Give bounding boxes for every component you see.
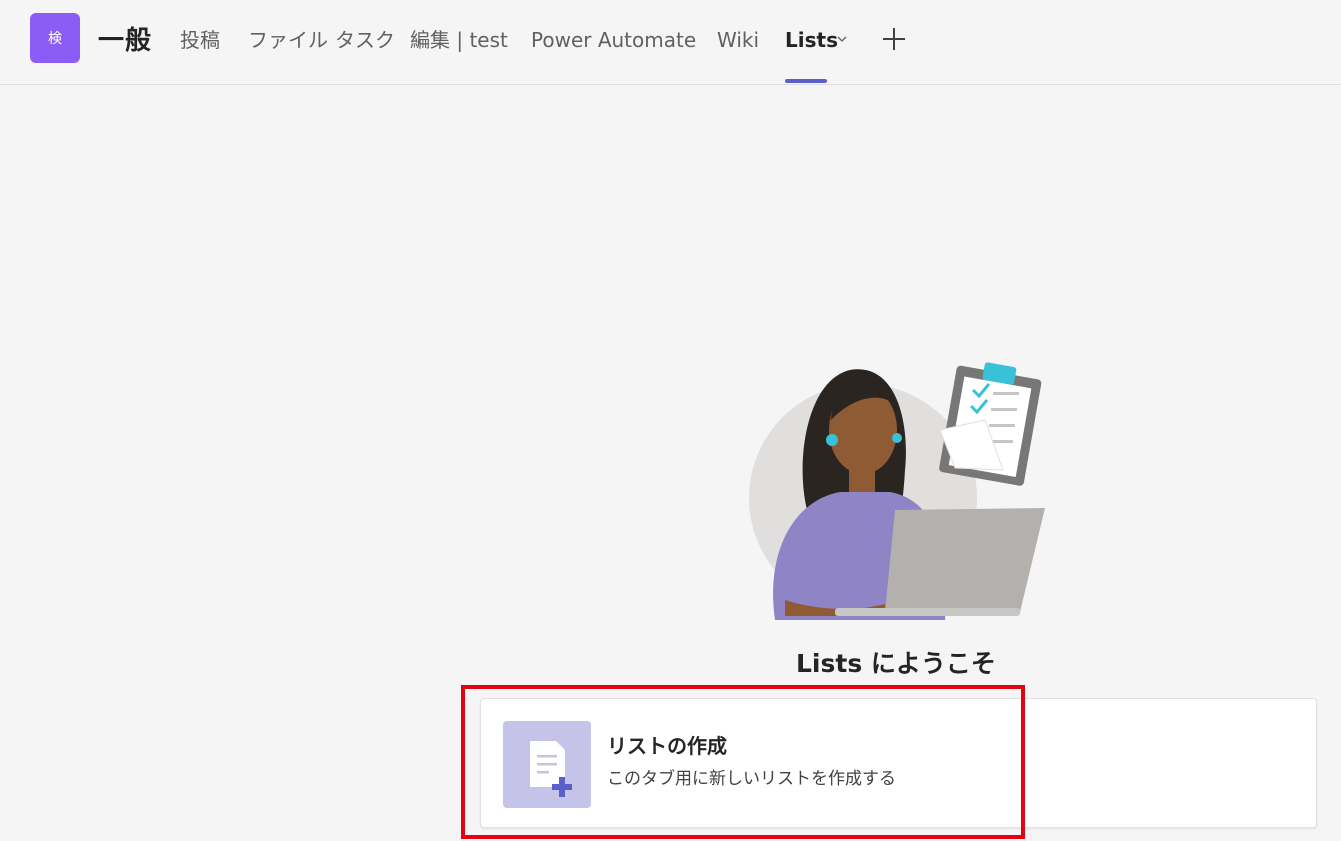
create-list-card[interactable]: リストの作成 このタブ用に新しいリストを作成する (480, 698, 1317, 828)
tab-files[interactable]: ファイル (248, 26, 328, 54)
welcome-illustration-icon (749, 362, 1045, 620)
team-avatar[interactable]: 検 (30, 13, 80, 63)
tab-tasks[interactable]: タスク (335, 26, 395, 54)
new-list-icon (503, 721, 591, 808)
chevron-down-icon[interactable] (836, 33, 848, 45)
tab-edit-test[interactable]: 編集 | test (410, 26, 508, 54)
tab-wiki[interactable]: Wiki (717, 26, 759, 54)
add-tab-icon[interactable] (881, 26, 907, 52)
tab-posts[interactable]: 投稿 (180, 26, 220, 54)
tab-lists[interactable]: Lists (785, 26, 838, 54)
welcome-title: Lists にようこそ (796, 649, 996, 678)
channel-header: 検 一般 投稿 ファイル タスク 編集 | test Power Automat… (0, 0, 1341, 85)
create-list-title: リストの作成 (607, 734, 727, 758)
channel-title: 一般 (98, 26, 153, 56)
create-list-description: このタブ用に新しいリストを作成する (607, 769, 896, 789)
active-tab-indicator (785, 79, 827, 83)
tab-power-automate[interactable]: Power Automate (531, 26, 696, 54)
